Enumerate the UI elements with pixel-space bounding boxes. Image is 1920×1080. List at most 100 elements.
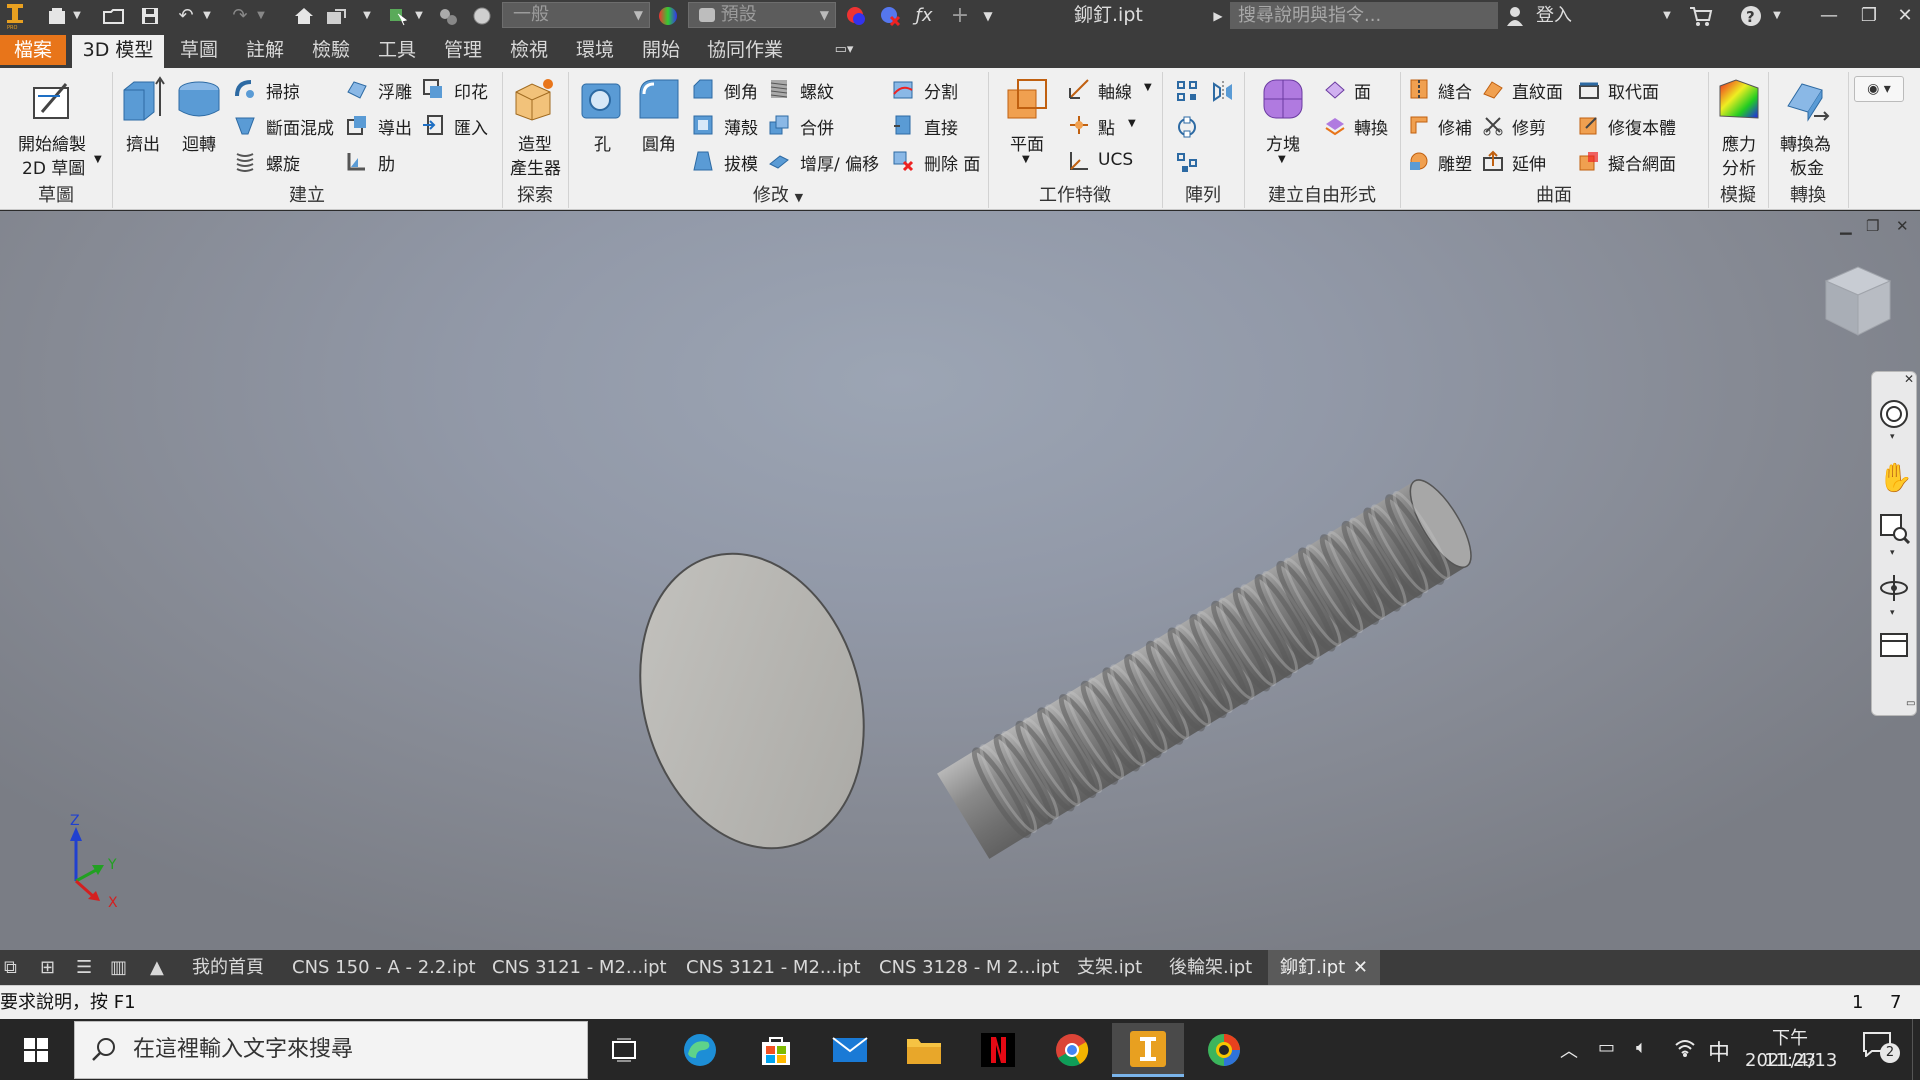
plane-dropdown-icon[interactable]: ▼ xyxy=(1022,154,1030,165)
clock-date[interactable]: 2021/4/13 xyxy=(1745,1050,1837,1071)
material-icon[interactable] xyxy=(434,0,462,31)
clear-appearance-icon[interactable] xyxy=(876,0,904,31)
rib-label[interactable]: 肋 xyxy=(378,150,395,175)
select-dropdown-icon[interactable]: ▼ xyxy=(412,0,426,31)
start-2d-sketch-icon[interactable] xyxy=(30,78,76,124)
doc-tab-my-home[interactable]: 我的首頁 xyxy=(192,950,264,985)
tab-get-started[interactable]: 開始 xyxy=(632,35,690,65)
save-icon[interactable] xyxy=(136,0,164,31)
fillet-icon[interactable] xyxy=(636,76,682,122)
ucs-label[interactable]: UCS xyxy=(1098,150,1133,170)
point-dropdown-icon[interactable]: ▼ xyxy=(1128,118,1136,129)
ribbon-options-dropdown-icon[interactable]: ◉ ▾ xyxy=(1854,76,1904,102)
chamfer-label[interactable]: 倒角 xyxy=(724,78,758,103)
freeform-convert-icon[interactable] xyxy=(1324,114,1346,136)
volume-icon[interactable]: 🔈︎ xyxy=(1636,1037,1647,1058)
group-label-modify[interactable]: 修改 ▼ xyxy=(568,184,988,208)
steering-wheel-icon[interactable] xyxy=(1878,398,1910,430)
file-explorer-icon[interactable] xyxy=(888,1023,960,1077)
revolve-icon[interactable] xyxy=(176,76,222,122)
derive-icon[interactable] xyxy=(346,114,368,136)
help-icon[interactable]: ? xyxy=(1736,0,1766,31)
draft-label[interactable]: 拔模 xyxy=(724,150,758,175)
inventor-logo-icon[interactable]: PRO xyxy=(0,0,30,31)
rivet-3d-model[interactable] xyxy=(0,211,1920,950)
navbar-customize-icon[interactable]: ▭ xyxy=(1906,698,1915,709)
doc-tab-cns3121-b[interactable]: CNS 3121 - M2...ipt xyxy=(686,950,861,985)
thread-label[interactable]: 螺紋 xyxy=(800,78,834,103)
import-icon[interactable] xyxy=(422,114,444,136)
delete-face-icon[interactable] xyxy=(892,150,914,172)
ruled-surface-label[interactable]: 直紋面 xyxy=(1512,78,1563,103)
parameters-fx-icon[interactable]: ƒx xyxy=(910,0,938,31)
fit-mesh-face-label[interactable]: 擬合網面 xyxy=(1608,150,1676,175)
notification-center-icon[interactable]: 2 xyxy=(1862,1031,1902,1067)
cart-icon[interactable] xyxy=(1686,0,1716,31)
repair-bodies-icon[interactable] xyxy=(1578,114,1600,136)
sign-in-link[interactable]: 登入 xyxy=(1536,0,1572,31)
extrude-label[interactable]: 擠出 xyxy=(126,130,160,155)
extrude-icon[interactable] xyxy=(120,76,166,122)
view-face-icon[interactable] xyxy=(1878,628,1910,660)
split-icon[interactable] xyxy=(892,78,914,100)
sketch-pattern-icon[interactable] xyxy=(1176,152,1198,174)
adjust-appearance-icon[interactable] xyxy=(842,0,870,31)
combine-label[interactable]: 合併 xyxy=(800,114,834,139)
loft-label[interactable]: 斷面混成 xyxy=(266,114,334,139)
color-wheel-icon[interactable] xyxy=(654,0,682,31)
direct-edit-label[interactable]: 直接 xyxy=(924,114,958,139)
extend-icon[interactable] xyxy=(1482,150,1504,172)
fillet-label[interactable]: 圓角 xyxy=(642,130,676,155)
shape-generator-label-1[interactable]: 造型 xyxy=(518,130,552,155)
close-tab-icon[interactable]: ✕ xyxy=(1353,950,1368,985)
tab-view[interactable]: 檢視 xyxy=(500,35,558,65)
doc-tab-rear-wheel-frame[interactable]: 後輪架.ipt xyxy=(1169,950,1252,985)
tile-horizontal-icon[interactable]: ☰ xyxy=(76,950,100,985)
freeform-convert-label[interactable]: 轉換 xyxy=(1354,114,1388,139)
point-label[interactable]: 點 xyxy=(1098,114,1115,139)
tile-vertical-icon[interactable]: ▥ xyxy=(110,950,134,985)
split-label[interactable]: 分割 xyxy=(924,78,958,103)
windows-start-icon[interactable] xyxy=(0,1019,72,1080)
chamfer-icon[interactable] xyxy=(692,78,714,100)
signin-dropdown-icon[interactable]: ▼ xyxy=(1660,0,1674,31)
coil-label[interactable]: 螺旋 xyxy=(266,150,300,175)
replace-face-icon[interactable] xyxy=(1578,78,1600,100)
tab-inspect[interactable]: 檢驗 xyxy=(302,35,360,65)
axis-label[interactable]: 軸線 xyxy=(1098,78,1132,103)
trim-icon[interactable] xyxy=(1482,114,1504,136)
expand-search-icon[interactable]: ▶ xyxy=(1208,0,1228,31)
home-icon[interactable] xyxy=(290,0,318,31)
ucs-icon[interactable] xyxy=(1068,150,1090,172)
freeform-dropdown-icon[interactable]: ▼ xyxy=(1278,154,1286,165)
microsoft-store-icon[interactable] xyxy=(740,1023,812,1077)
start-sketch-label-2[interactable]: 2D 草圖 xyxy=(22,154,85,179)
select-filter-icon[interactable] xyxy=(384,0,412,31)
delete-face-label[interactable]: 刪除 面 xyxy=(924,150,980,175)
freeform-face-icon[interactable] xyxy=(1324,78,1346,100)
direct-edit-icon[interactable] xyxy=(892,114,914,136)
tab-3d-model[interactable]: 3D 模型 xyxy=(72,35,164,68)
doc-tab-bracket[interactable]: 支架.ipt xyxy=(1077,950,1142,985)
redo-dropdown-icon[interactable]: ▼ xyxy=(254,0,268,31)
orbit-icon[interactable] xyxy=(1878,572,1910,604)
derive-label[interactable]: 導出 xyxy=(378,114,412,139)
tab-sketch[interactable]: 草圖 xyxy=(170,35,228,65)
stress-analysis-icon[interactable] xyxy=(1716,76,1762,122)
tab-file[interactable]: 檔案 xyxy=(0,35,66,65)
graphics-viewport[interactable]: ▁ ❐ ✕ Z Y X ✕ ▾ ✋ ▾ ▾ ▭ xyxy=(0,211,1920,950)
draft-icon[interactable] xyxy=(692,150,714,172)
task-view-icon[interactable] xyxy=(588,1023,660,1077)
doc-tab-cns3121-a[interactable]: CNS 3121 - M2...ipt xyxy=(492,950,667,985)
fit-mesh-face-icon[interactable] xyxy=(1578,150,1600,172)
battery-power-icon[interactable]: ▭ xyxy=(1598,1037,1615,1058)
update-dropdown-icon[interactable]: ▼ xyxy=(360,0,374,31)
show-hidden-icons-icon[interactable]: ︿ xyxy=(1560,1037,1578,1063)
doc-tab-cns3128[interactable]: CNS 3128 - M 2...ipt xyxy=(879,950,1059,985)
close-window-icon[interactable]: ✕ xyxy=(1888,0,1920,31)
freeform-box-icon[interactable] xyxy=(1260,76,1306,122)
restore-window-icon[interactable]: ❐ xyxy=(1852,0,1886,31)
coil-icon[interactable] xyxy=(234,150,256,172)
mirror-icon[interactable] xyxy=(1212,80,1234,102)
thicken-offset-label[interactable]: 增厚/ 偏移 xyxy=(800,150,879,175)
